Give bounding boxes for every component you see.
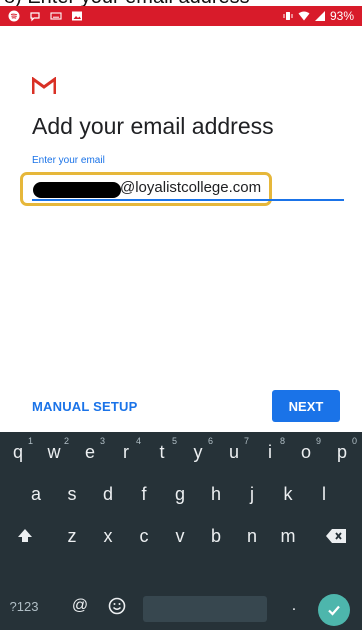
key-q[interactable]: q1 [0,432,36,472]
key-f[interactable]: f [126,474,162,514]
done-key[interactable] [318,594,350,626]
vibrate-icon [283,12,293,20]
key-h[interactable]: h [198,474,234,514]
soft-keyboard: q1 w2 e3 r4 t5 y6 u7 i8 o9 p0 a s d f g … [0,432,362,630]
redacted-username [33,182,121,198]
key-t[interactable]: t5 [144,432,180,472]
keyboard-icon [50,12,62,20]
symbols-key[interactable]: ?123 [0,586,48,626]
status-notification-icons [8,10,83,22]
key-n[interactable]: n [234,516,270,556]
key-z[interactable]: z [54,516,90,556]
key-o[interactable]: o9 [288,432,324,472]
key-l[interactable]: l [306,474,342,514]
key-g[interactable]: g [162,474,198,514]
next-button[interactable]: NEXT [272,390,340,422]
key-c[interactable]: c [126,516,162,556]
backspace-icon [326,529,346,543]
email-field-underline [32,199,344,201]
at-key[interactable]: @ [62,586,98,626]
key-y[interactable]: y6 [180,432,216,472]
spacebar-key[interactable] [143,596,267,622]
spotify-icon [8,10,20,22]
keyboard-row-3: z x c v b n m [0,516,362,556]
battery-percentage: 93% [329,9,354,23]
emoji-key[interactable] [100,586,134,626]
key-a[interactable]: a [18,474,54,514]
chat-icon [30,12,40,22]
backspace-key[interactable] [312,516,360,556]
manual-setup-button[interactable]: MANUAL SETUP [32,399,137,414]
key-x[interactable]: x [90,516,126,556]
key-i[interactable]: i8 [252,432,288,472]
gmail-logo-icon [32,77,56,94]
key-v[interactable]: v [162,516,198,556]
key-k[interactable]: k [270,474,306,514]
checkmark-icon [328,605,340,616]
status-system-icons: 93% [282,9,354,23]
key-m[interactable]: m [270,516,306,556]
key-r[interactable]: r4 [108,432,144,472]
keyboard-row-1: q1 w2 e3 r4 t5 y6 u7 i8 o9 p0 [0,432,362,472]
key-d[interactable]: d [90,474,126,514]
wifi-icon [298,11,310,21]
email-field-value: @loyalistcollege.com [120,179,262,196]
page-title: Add your email address [32,113,274,139]
key-w[interactable]: w2 [36,432,72,472]
key-p[interactable]: p0 [324,432,360,472]
period-key[interactable]: . [280,586,308,626]
shift-key[interactable] [0,516,50,556]
status-bar: 93% [0,6,362,26]
key-s[interactable]: s [54,474,90,514]
keyboard-row-2: a s d f g h j k l [0,474,362,514]
emoji-icon [108,597,126,615]
shift-icon [18,529,32,542]
key-b[interactable]: b [198,516,234,556]
signal-icon [314,11,325,21]
key-j[interactable]: j [234,474,270,514]
key-u[interactable]: u7 [216,432,252,472]
image-icon [72,11,82,21]
email-field-label: Enter your email [32,155,105,166]
key-e[interactable]: e3 [72,432,108,472]
